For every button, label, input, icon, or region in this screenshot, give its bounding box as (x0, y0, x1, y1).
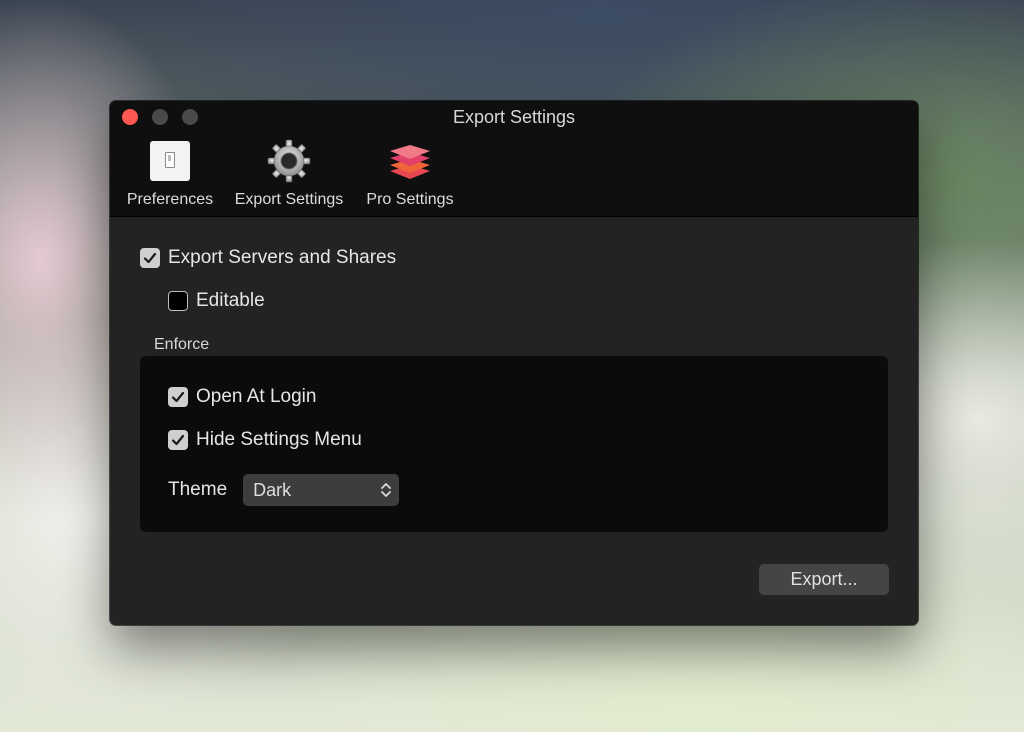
open-at-login-option[interactable]: Open At Login (168, 386, 316, 408)
layers-icon (390, 145, 430, 179)
toolbar-item-preferences[interactable]: Preferences (122, 139, 218, 211)
theme-select-value: Dark (253, 480, 292, 500)
editable-checkbox[interactable] (168, 291, 188, 311)
checkmark-icon (171, 391, 185, 403)
theme-label: Theme (168, 479, 228, 500)
light-switch-icon (150, 141, 190, 181)
window-title: Export Settings (452, 107, 576, 127)
settings-content: Export Servers and Shares Editable Enfor… (110, 217, 918, 625)
enforce-group-label: Enforce (154, 336, 210, 353)
title-bar: Export Settings Preferences Export Setti… (110, 101, 918, 217)
toolbar-item-pro-settings[interactable]: Pro Settings (358, 139, 462, 211)
export-servers-option[interactable]: Export Servers and Shares (140, 247, 396, 269)
hide-settings-menu-option[interactable]: Hide Settings Menu (168, 429, 362, 451)
open-at-login-checkbox[interactable] (168, 387, 188, 407)
toolbar-item-label: Preferences (126, 191, 214, 208)
checkmark-icon (171, 434, 185, 446)
export-button[interactable]: Export... (759, 564, 889, 595)
export-servers-label: Export Servers and Shares (168, 247, 397, 268)
export-settings-window: Export Settings Preferences Export Setti… (110, 101, 918, 625)
theme-row: Theme Dark (168, 474, 400, 506)
hide-settings-menu-label: Hide Settings Menu (196, 429, 362, 450)
enforce-group: Open At Login Hide Settings Menu Theme D… (140, 356, 888, 532)
toolbar-item-label: Export Settings (234, 191, 344, 208)
theme-select[interactable]: Dark (243, 474, 400, 506)
up-down-chevron-icon (381, 483, 392, 497)
editable-label: Editable (196, 290, 265, 311)
hide-settings-menu-checkbox[interactable] (168, 430, 188, 450)
editable-option[interactable]: Editable (168, 290, 265, 312)
gear-icon (267, 139, 311, 183)
toolbar-item-label: Pro Settings (366, 191, 454, 208)
export-servers-checkbox[interactable] (140, 248, 160, 268)
checkmark-icon (143, 252, 157, 264)
toolbar-item-export-settings[interactable]: Export Settings (228, 139, 350, 211)
open-at-login-label: Open At Login (196, 386, 317, 407)
